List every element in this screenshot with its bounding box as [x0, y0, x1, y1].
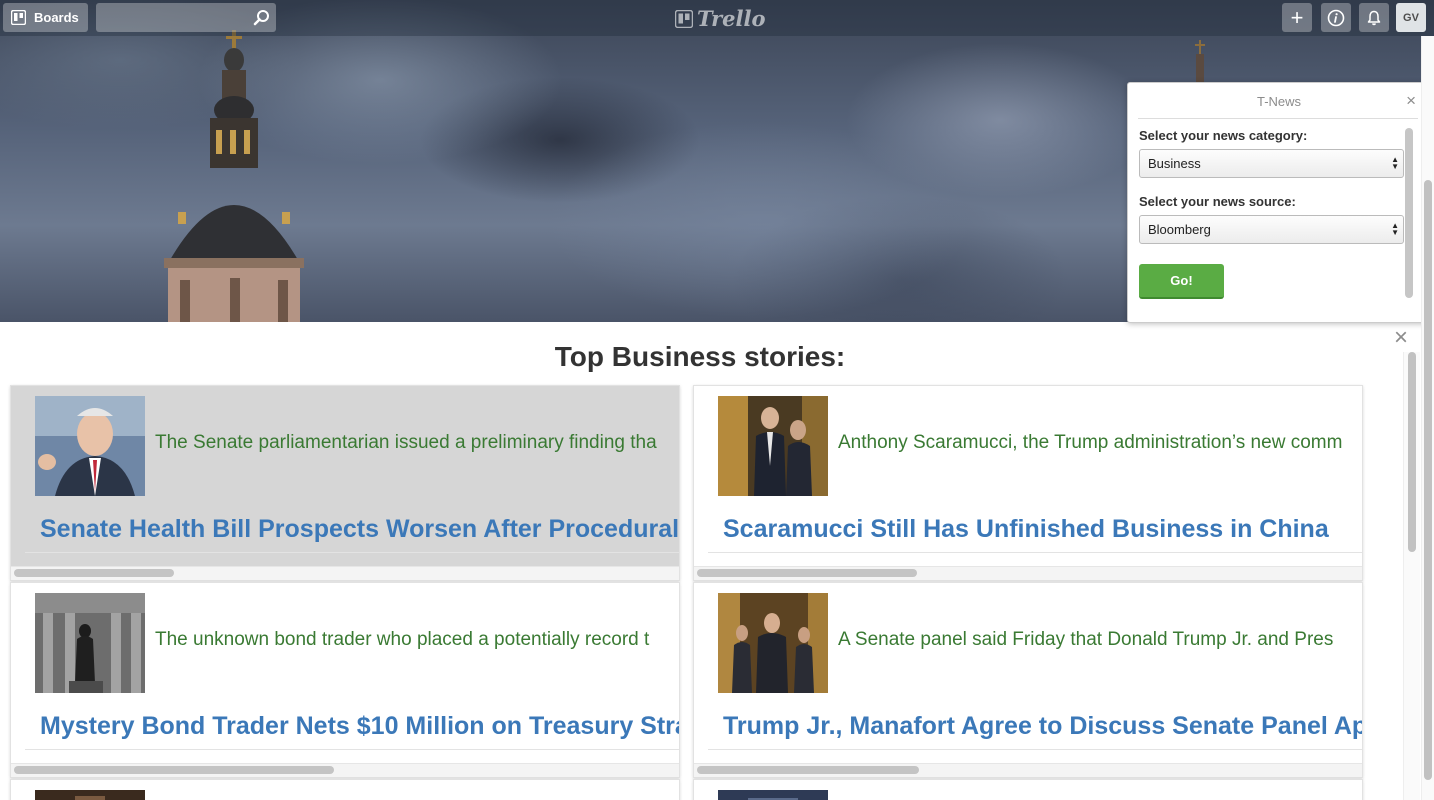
story-description: Anthony Scaramucci, the Trump administra… [838, 432, 1343, 453]
popup-divider [1138, 118, 1418, 119]
trello-logo-text: Trello [697, 6, 766, 31]
trello-logo-icon [675, 9, 693, 28]
story-scrollbar-track[interactable] [694, 763, 1362, 777]
source-select[interactable]: Bloomberg ▲ ▼ [1139, 215, 1404, 244]
story-thumbnail[interactable] [718, 396, 828, 496]
story-divider [708, 749, 1362, 750]
info-icon [1327, 9, 1345, 26]
story-thumbnail[interactable] [35, 790, 145, 800]
story-card[interactable] [693, 779, 1363, 800]
category-select-value: Business [1148, 156, 1201, 171]
story-headline-link[interactable]: Scaramucci Still Has Unfinished Business… [723, 515, 1329, 544]
story-thumbnail[interactable] [718, 790, 828, 800]
story-scrollbar-thumb[interactable] [14, 569, 174, 577]
news-scrollbar-thumb[interactable] [1408, 352, 1416, 552]
news-panel-heading: Top Business stories: [554, 341, 846, 372]
story-divider [25, 552, 679, 553]
story-divider [25, 749, 679, 750]
popup-title: T-News [1256, 94, 1302, 109]
story-headline-link[interactable]: Mystery Bond Trader Nets $10 Million on … [40, 712, 679, 741]
story-description: The Senate parliamentarian issued a prel… [155, 432, 657, 453]
boards-icon [11, 10, 26, 25]
source-label: Select your news source: [1139, 194, 1296, 209]
story-divider [708, 552, 1362, 553]
notifications-button[interactable] [1359, 3, 1389, 32]
select-arrows-icon: ▲ ▼ [1391, 221, 1399, 237]
avatar[interactable]: GV [1396, 3, 1426, 32]
popup-close-button[interactable]: × [1406, 91, 1416, 111]
add-button[interactable]: + [1282, 3, 1312, 32]
story-card[interactable]: Anthony Scaramucci, the Trump administra… [693, 385, 1363, 581]
story-scrollbar-thumb[interactable] [697, 569, 917, 577]
church-tower-image [164, 30, 304, 322]
page-scrollbar-thumb[interactable] [1424, 180, 1432, 780]
story-scrollbar-thumb[interactable] [697, 766, 919, 774]
source-select-value: Bloomberg [1148, 222, 1211, 237]
story-card[interactable]: The Senate parliamentarian issued a prel… [10, 385, 680, 581]
select-arrows-icon: ▲ ▼ [1391, 155, 1399, 171]
story-thumbnail[interactable] [718, 593, 828, 693]
story-thumbnail[interactable] [35, 396, 145, 496]
story-card[interactable]: A Senate panel said Friday that Donald T… [693, 582, 1363, 778]
story-description: The unknown bond trader who placed a pot… [155, 629, 650, 650]
plus-icon: + [1290, 4, 1304, 30]
bell-icon [1367, 10, 1381, 25]
info-button[interactable] [1321, 3, 1351, 32]
story-thumbnail[interactable] [35, 593, 145, 693]
story-scrollbar-track[interactable] [694, 566, 1362, 580]
avatar-initials: GV [1403, 11, 1419, 24]
story-scrollbar-track[interactable] [11, 763, 679, 777]
story-scrollbar-thumb[interactable] [14, 766, 334, 774]
story-description: A Senate panel said Friday that Donald T… [838, 629, 1334, 650]
category-select[interactable]: Business ▲ ▼ [1139, 149, 1404, 178]
story-headline-link[interactable]: Trump Jr., Manafort Agree to Discuss Sen… [723, 712, 1362, 741]
story-headline-link[interactable]: Senate Health Bill Prospects Worsen Afte… [40, 515, 679, 544]
story-card[interactable]: The unknown bond trader who placed a pot… [10, 582, 680, 778]
story-card[interactable] [10, 779, 680, 800]
trello-logo[interactable]: Trello [675, 6, 766, 31]
go-button[interactable]: Go! [1139, 264, 1224, 299]
search-icon [253, 10, 269, 26]
category-label: Select your news category: [1139, 128, 1308, 143]
story-scrollbar-track[interactable] [11, 566, 679, 580]
top-header-bar: Boards Trello + GV [0, 0, 1434, 36]
boards-button[interactable]: Boards [3, 3, 88, 32]
search-input[interactable] [96, 3, 276, 32]
popup-scrollbar[interactable] [1405, 128, 1413, 298]
t-news-popup: T-News × Select your news category: Busi… [1127, 82, 1429, 323]
boards-label: Boards [34, 10, 79, 25]
